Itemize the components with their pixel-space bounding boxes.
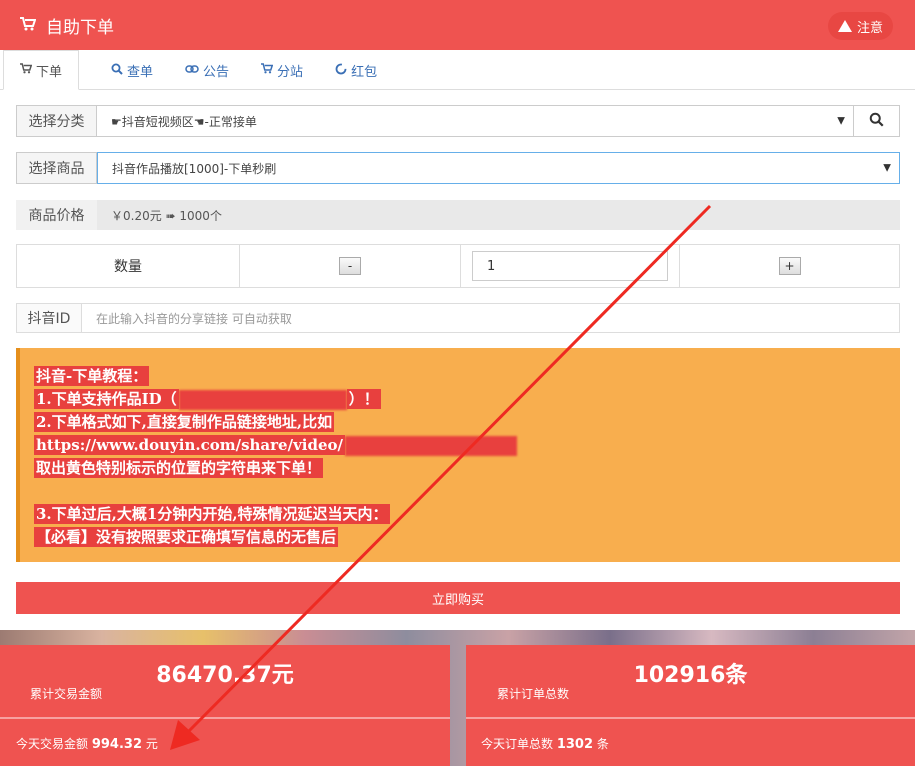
red-arrow-annotation bbox=[170, 204, 712, 750]
